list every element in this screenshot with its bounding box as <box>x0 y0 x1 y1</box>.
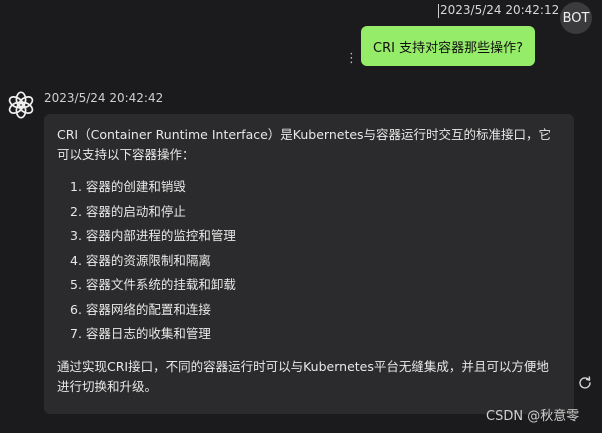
watermark: CSDN @秋意零 <box>486 409 580 424</box>
text-cursor <box>438 4 439 18</box>
list-item: 4. 容器的资源限制和隔离 <box>70 252 211 268</box>
assistant-message-bubble: CRI（Container Runtime Interface）是Kuberne… <box>44 114 574 414</box>
assistant-intro-text: CRI（Container Runtime Interface）是Kuberne… <box>57 127 552 162</box>
list-item: 3. 容器内部进程的监控和管理 <box>70 228 236 243</box>
list-item: 1. 容器的创建和销毁 <box>70 179 186 194</box>
user-avatar: BOT <box>560 2 592 34</box>
list-item: 6. 容器网络的配置和连接 <box>70 301 211 317</box>
more-vertical-icon[interactable]: ⋮ <box>345 52 358 66</box>
list-item: 5. 容器文件系统的挂载和卸载 <box>70 277 236 292</box>
list-item: 7. 容器日志的收集和管理 <box>70 326 211 341</box>
user-message-timestamp: 2023/5/24 20:42:12 <box>440 3 560 17</box>
user-message-bubble: CRI 支持对容器那些操作? <box>361 26 535 66</box>
openai-logo-icon <box>8 91 34 119</box>
refresh-icon[interactable] <box>578 376 592 390</box>
assistant-message-timestamp: 2023/5/24 20:42:42 <box>44 91 164 105</box>
operations-list: 1. 容器的创建和销毁 2. 容器的启动和停止 3. 容器内部进程的监控和管理 … <box>70 175 561 347</box>
chat-window: 2023/5/24 20:42:12 BOT CRI 支持对容器那些操作? ⋮ … <box>0 0 602 433</box>
list-item: 2. 容器的启动和停止 <box>70 203 186 219</box>
assistant-outro-text: 通过实现CRI接口，不同的容器运行时可以与Kubernetes平台无缝集成，并且… <box>57 358 549 394</box>
